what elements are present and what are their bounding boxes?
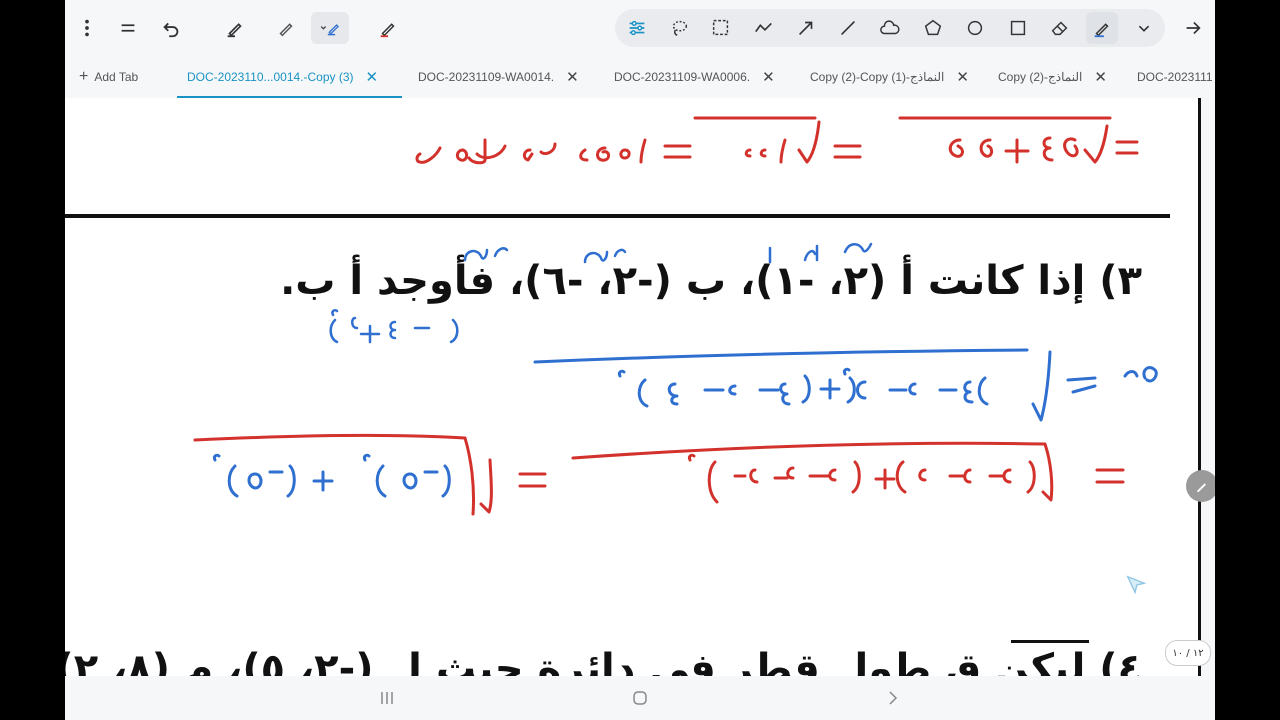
page-indicator: ١٢ / ١٠ (1165, 640, 1211, 666)
home-icon[interactable] (628, 686, 652, 710)
blue-ink-variable-labels (329, 242, 873, 344)
blue-ink-result-terms (213, 453, 451, 498)
red-ink-top-equation (415, 116, 1139, 165)
back-icon[interactable] (881, 686, 905, 710)
pencil-edit-icon (1197, 483, 1206, 492)
recents-icon[interactable] (375, 686, 399, 710)
system-nav-bar (65, 676, 1215, 720)
edit-fab[interactable] (1186, 470, 1215, 502)
blue-ink-distance-formula (533, 348, 1158, 422)
cursor-pointer-icon (1125, 574, 1147, 600)
pdf-annotator-app: + Add Tab DOC-2023110...0014.-Copy (3) ✕… (65, 0, 1215, 720)
red-ink-substitution (193, 433, 1125, 516)
ink-annotations[interactable] (65, 0, 1215, 720)
